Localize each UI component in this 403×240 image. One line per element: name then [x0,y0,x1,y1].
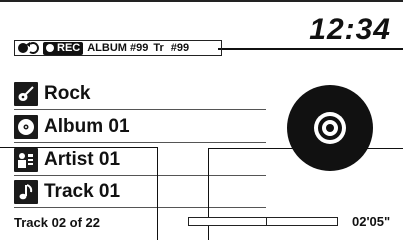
status-strip: REC ALBUM #99 Tr #99 [14,40,222,56]
rec-dot-icon [46,44,54,52]
cd-icon [286,84,374,172]
info-row-track: Track 01 [14,177,120,207]
info-row-album: Album 01 [14,112,130,142]
row-divider [14,109,266,110]
row-divider [14,142,266,143]
rec-badge: REC [43,41,84,55]
progress-bar [188,217,338,226]
clock-underline [218,48,403,50]
music-note-icon [14,180,38,204]
leader-line [208,148,209,240]
track-label: Tr [153,42,164,54]
genre-label: Rock [44,83,91,104]
album-label: Album 01 [44,116,130,137]
info-row-artist: Artist 01 [14,145,120,175]
progress-marker [265,218,267,225]
repeat-loop-icon [17,41,43,55]
elapsed-time: 02'05" [352,214,391,229]
leader-line [0,147,158,148]
info-row-genre: Rock [14,79,90,109]
clock-time: 12:34 [309,13,391,46]
artist-icon [14,148,38,172]
album-number-label: ALBUM #99 [87,42,149,54]
row-divider [14,175,266,176]
progress-fill [189,218,266,225]
track-number-value: #99 [170,42,190,54]
artist-label: Artist 01 [44,149,121,170]
disc-icon [14,115,38,139]
track-title-label: Track 01 [44,181,121,202]
row-divider [14,207,266,208]
track-position-text: Track 02 of 22 [14,215,100,230]
guitar-icon [14,82,38,106]
leader-line [157,147,158,240]
rec-label: REC [57,42,81,54]
